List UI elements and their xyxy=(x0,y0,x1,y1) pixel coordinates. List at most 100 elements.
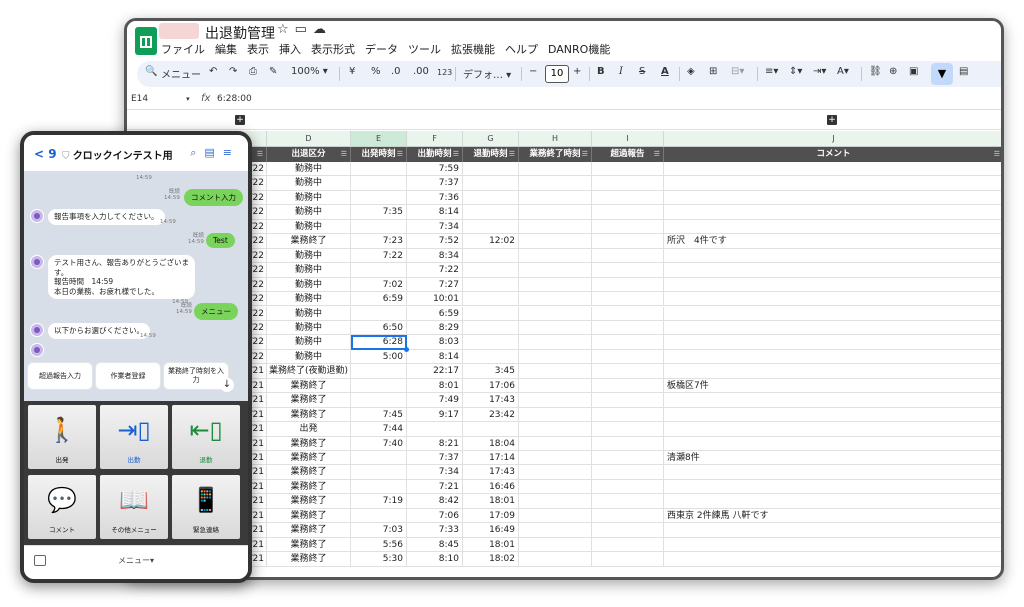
cell-depart-time[interactable] xyxy=(351,479,407,495)
cell-clockout-time[interactable]: 23:42 xyxy=(463,407,519,423)
column-header-h[interactable]: H xyxy=(519,131,592,147)
cell-clockin-time[interactable]: 8:14 xyxy=(407,349,463,365)
cell-overtime[interactable] xyxy=(592,335,664,350)
cell-category[interactable]: 勤務中 xyxy=(267,248,351,264)
font-select[interactable]: デフォ… ▾ xyxy=(463,66,511,81)
cell-clockin-time[interactable]: 7:34 xyxy=(407,465,463,480)
cell-comment[interactable] xyxy=(664,408,1001,423)
cell-overtime[interactable] xyxy=(592,508,664,524)
cell-clockout-time[interactable]: 18:02 xyxy=(463,552,519,567)
cell-depart-time[interactable]: 7:44 xyxy=(351,422,407,437)
menu-tile-clock-out[interactable]: ⇤▯ 退勤 xyxy=(172,405,240,469)
chart-icon[interactable]: ▣ xyxy=(909,66,918,77)
cell-category[interactable]: 業務終了 xyxy=(267,436,351,451)
cell-clockout-time[interactable]: 17:43 xyxy=(463,465,519,480)
cell-category[interactable]: 業務終了 xyxy=(267,537,351,553)
cell-work-end[interactable] xyxy=(519,306,592,321)
cell-depart-time[interactable] xyxy=(351,306,407,321)
filter-toggle-icon[interactable]: ☰ xyxy=(582,147,588,162)
cell-clockout-time[interactable] xyxy=(463,263,519,278)
menu-extensions[interactable]: 拡張機能 xyxy=(451,41,495,57)
redo-icon[interactable]: ↷ xyxy=(229,66,237,77)
cell-comment[interactable] xyxy=(664,278,1001,293)
menu-insert[interactable]: 挿入 xyxy=(279,41,301,57)
cell-clockout-time[interactable]: 17:09 xyxy=(463,508,519,524)
search-icon[interactable]: ⌕ xyxy=(190,146,204,159)
cell-depart-time[interactable]: 7:35 xyxy=(351,205,407,220)
cell-category[interactable]: 勤務中 xyxy=(267,263,351,278)
cell-overtime[interactable] xyxy=(592,277,664,293)
cell-category[interactable]: 業務終了(夜勤退勤) xyxy=(267,364,351,379)
cell-work-end[interactable] xyxy=(519,364,592,379)
cell-clockout-time[interactable]: 16:49 xyxy=(463,523,519,538)
menu-tile-clock-in[interactable]: ⇥▯ 出勤 xyxy=(100,405,168,469)
cell-clockout-time[interactable] xyxy=(463,190,519,206)
cell-work-end[interactable] xyxy=(519,162,592,177)
menu-data[interactable]: データ xyxy=(365,41,398,57)
fill-color-icon[interactable]: ◈ xyxy=(687,66,695,77)
cell-category[interactable]: 勤務中 xyxy=(267,292,351,307)
filter-header-work-end[interactable]: 業務終了時刻 ☰ xyxy=(519,147,592,162)
cell-comment[interactable]: 西東京 2件練馬 八軒です xyxy=(664,509,1001,524)
cell-overtime[interactable] xyxy=(592,205,664,220)
text-rotate-icon[interactable]: A▾ xyxy=(837,66,849,77)
cell-clockin-time[interactable]: 10:01 xyxy=(407,292,463,307)
cell-depart-time[interactable]: 5:30 xyxy=(351,552,407,567)
cell-depart-time[interactable]: 7:45 xyxy=(351,407,407,423)
cell-comment[interactable] xyxy=(664,162,1001,177)
cell-comment[interactable]: 清瀬8件 xyxy=(664,451,1001,466)
text-color-button[interactable]: A xyxy=(661,66,669,77)
decrease-decimal-button[interactable]: .0 xyxy=(391,66,401,77)
cell-comment[interactable] xyxy=(664,292,1001,307)
cell-depart-time[interactable]: 7:22 xyxy=(351,248,407,264)
cell-overtime[interactable] xyxy=(592,320,664,336)
cell-comment[interactable] xyxy=(664,364,1001,379)
cell-clockout-time[interactable]: 17:06 xyxy=(463,378,519,394)
cell-comment[interactable] xyxy=(664,494,1001,509)
cell-clockin-time[interactable]: 7:37 xyxy=(407,451,463,466)
cell-clockout-time[interactable]: 18:04 xyxy=(463,436,519,451)
cell-clockout-time[interactable]: 16:46 xyxy=(463,479,519,495)
cell-depart-time[interactable] xyxy=(351,451,407,466)
cell-depart-time[interactable] xyxy=(351,176,407,191)
star-icon[interactable]: ☆ xyxy=(277,22,295,37)
cell-category[interactable]: 業務終了 xyxy=(267,451,351,466)
cell-clockin-time[interactable]: 8:45 xyxy=(407,537,463,553)
cell-clockin-time[interactable]: 8:42 xyxy=(407,494,463,509)
cell-work-end[interactable] xyxy=(519,465,592,480)
cell-overtime[interactable] xyxy=(592,523,664,538)
cell-work-end[interactable] xyxy=(519,523,592,538)
quick-reply-register-worker[interactable]: 作業者登録 xyxy=(96,363,160,389)
cell-depart-time[interactable] xyxy=(351,508,407,524)
font-size-minus-button[interactable]: − xyxy=(529,66,537,77)
cell-clockout-time[interactable] xyxy=(463,205,519,220)
cell-clockin-time[interactable]: 8:34 xyxy=(407,248,463,264)
cell-depart-time[interactable]: 7:02 xyxy=(351,277,407,293)
expand-group-icon[interactable]: + xyxy=(235,115,245,125)
quick-reply-work-end[interactable]: 業務終了時刻を入力 xyxy=(164,363,228,389)
cell-category[interactable]: 業務終了 xyxy=(267,479,351,495)
cell-comment[interactable]: 所沢 4件です xyxy=(664,234,1001,249)
cell-category[interactable]: 勤務中 xyxy=(267,349,351,365)
cell-category[interactable]: 勤務中 xyxy=(267,306,351,321)
document-title[interactable]: 出退勤管理 xyxy=(205,23,275,43)
merge-cells-icon[interactable]: ⊟▾ xyxy=(731,66,744,77)
cell-category[interactable]: 勤務中 xyxy=(267,190,351,206)
cell-overtime[interactable] xyxy=(592,378,664,394)
cell-clockin-time[interactable] xyxy=(407,422,463,437)
cell-overtime[interactable] xyxy=(592,234,664,249)
print-icon[interactable]: ⎙ xyxy=(249,66,257,77)
cell-work-end[interactable] xyxy=(519,479,592,495)
filter-header-comment[interactable]: コメント ☰ xyxy=(664,147,1001,162)
cell-depart-time[interactable] xyxy=(351,219,407,235)
cell-overtime[interactable] xyxy=(592,248,664,264)
cell-overtime[interactable] xyxy=(592,219,664,235)
filter-header-clockout[interactable]: 退勤時刻 ☰ xyxy=(463,147,519,162)
strikethrough-button[interactable]: S xyxy=(639,66,645,77)
cell-comment[interactable] xyxy=(664,393,1001,408)
filter-toggle-icon[interactable]: ☰ xyxy=(994,147,1000,162)
menu-format[interactable]: 表示形式 xyxy=(311,41,355,57)
cell-category[interactable]: 勤務中 xyxy=(267,335,351,350)
fill-handle[interactable] xyxy=(404,346,409,352)
cell-clockout-time[interactable] xyxy=(463,248,519,264)
